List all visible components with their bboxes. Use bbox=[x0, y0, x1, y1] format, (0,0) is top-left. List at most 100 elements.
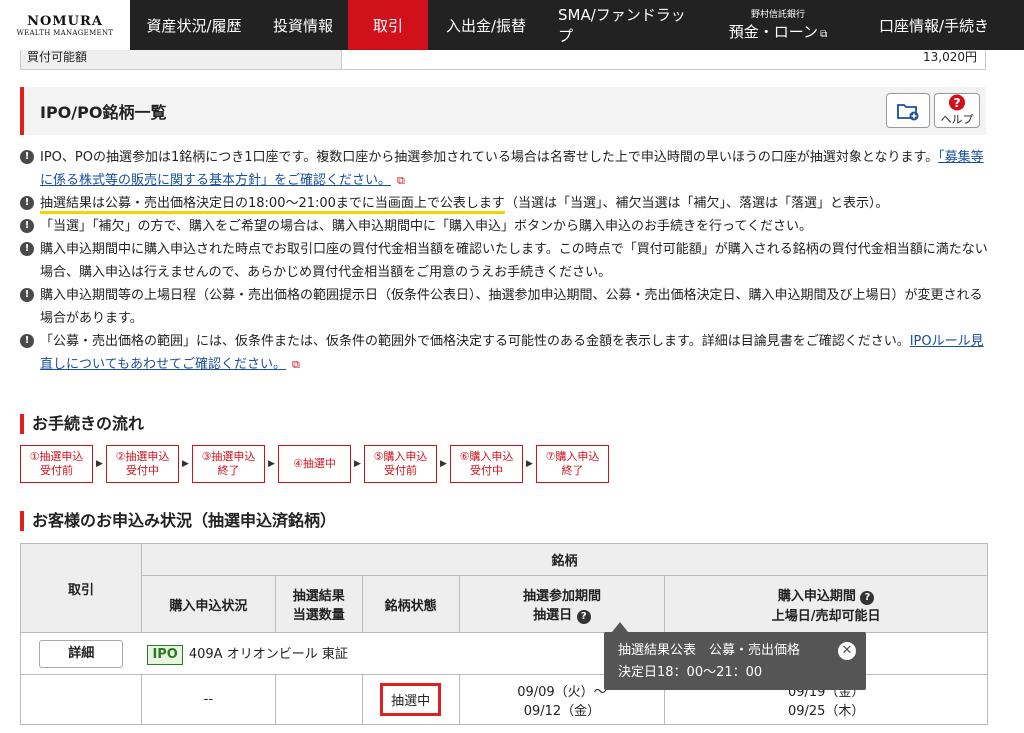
status-section-title: お客様のお申込み状況（抽選申込済銘柄） bbox=[20, 511, 336, 531]
step-label: ③抽選申込 bbox=[201, 450, 256, 463]
nav-item-account[interactable]: 口座情報/手続き bbox=[844, 0, 1024, 50]
help-icon: ? bbox=[948, 94, 966, 111]
nav-item-label: 資産状況/履歴 bbox=[146, 16, 242, 35]
folder-add-icon bbox=[897, 103, 919, 120]
external-link-icon: ⧉ bbox=[397, 174, 405, 187]
step-label: ⑦購入申込 bbox=[545, 450, 600, 463]
issue-name: 409A オリオンビール 東証 bbox=[188, 646, 348, 662]
flow-section-title: お手続きの流れ bbox=[20, 414, 144, 434]
nav-item-investment-info[interactable]: 投資情報 bbox=[258, 0, 348, 50]
header-lottery-period: 抽選参加期間抽選日 ? bbox=[458, 575, 666, 633]
balance-value: 13,020円 bbox=[342, 50, 986, 70]
close-icon[interactable]: ✕ bbox=[838, 642, 856, 660]
header-lottery-period-line1: 抽選参加期間 bbox=[522, 588, 601, 604]
question-icon[interactable]: ? bbox=[576, 609, 591, 624]
header-lottery-period-line2: 抽選日 bbox=[533, 607, 573, 623]
note-text: IPO、POの抽選参加は1銘柄につき1口座です。複数口座から抽選参加されている場… bbox=[40, 150, 939, 165]
balance-label: 買付可能額 bbox=[20, 50, 342, 70]
header-lottery-result-line1: 抽選結果 bbox=[292, 589, 345, 604]
help-label: ヘルプ bbox=[940, 113, 974, 126]
top-nav: NOMURA WEALTH MANAGEMENT 資産状況/履歴 投資情報 取引… bbox=[0, 0, 1024, 50]
nav-item-deposit-transfer[interactable]: 入出金/振替 bbox=[428, 0, 544, 50]
balance-row: 買付可能額 13,020円 bbox=[20, 50, 986, 70]
flow-steps: ①抽選申込 受付前 ▶ ②抽選申込 受付中 ▶ ③抽選申込 終了 ▶ ④抽選中 ▶ ⑤… bbox=[20, 445, 609, 483]
nav-item-deposit-loan[interactable]: 野村信託銀行 預金・ローン ⧉ bbox=[712, 0, 844, 50]
header-lottery-result-line2: 当選数量 bbox=[292, 608, 345, 623]
nav-item-assets[interactable]: 資産状況/履歴 bbox=[130, 0, 258, 50]
listing-date-value: 09/25（木） bbox=[787, 703, 865, 719]
header-purchase-period: 購入申込期間 ? 上場日/売却可能日 bbox=[664, 575, 988, 633]
logo-line2: WEALTH MANAGEMENT bbox=[16, 28, 114, 37]
header-purchase-period-line2: 上場日/売却可能日 bbox=[771, 608, 881, 624]
step-sublabel: 受付前 bbox=[40, 464, 73, 477]
header-purchase-period-line1: 購入申込期間 bbox=[777, 588, 856, 604]
nav-item-sub: 野村信託銀行 bbox=[750, 9, 805, 20]
empty-cell bbox=[20, 674, 142, 725]
header-lottery-result: 抽選結果 当選数量 bbox=[274, 575, 363, 633]
flow-step: ⑤購入申込 受付前 bbox=[364, 445, 437, 483]
lottery-result-highlight: 抽選結果は公募・売出価格決定日の18:00〜21:00までに当画面上で公表します bbox=[40, 196, 505, 214]
page-title: IPO/PO銘柄一覧 bbox=[40, 103, 167, 122]
note-text: 購入申込期間中に購入申込された時点でお取引口座の買付代金相当額を確認いたします。… bbox=[40, 242, 988, 280]
external-link-icon: ⧉ bbox=[291, 358, 300, 371]
note-item: ! 抽選結果は公募・売出価格決定日の18:00〜21:00までに当画面上で公表し… bbox=[20, 192, 990, 215]
step-sublabel: 受付中 bbox=[126, 464, 159, 477]
nav-item-label: 投資情報 bbox=[272, 16, 333, 35]
note-item: ! 「公募・売出価格の範囲」には、仮条件または、仮条件の範囲外で価格決定する可能… bbox=[20, 330, 990, 376]
logo-line1: NOMURA bbox=[27, 13, 103, 29]
tooltip-line2: 決定日18：00〜21：00 bbox=[618, 665, 763, 680]
info-icon: ! bbox=[20, 288, 34, 302]
flow-step: ⑦購入申込 終了 bbox=[536, 445, 609, 483]
header-trade: 取引 bbox=[20, 543, 142, 633]
add-folder-button[interactable] bbox=[886, 93, 930, 128]
svg-text:?: ? bbox=[953, 96, 960, 110]
note-item: ! 購入申込期間等の上場日程（公募・売出価格の範囲提示日（仮条件公表日）、抽選参… bbox=[20, 284, 990, 330]
nav-item-sma[interactable]: SMA/ファンドラップ bbox=[544, 0, 712, 50]
flow-step: ③抽選申込 終了 bbox=[192, 445, 265, 483]
step-label: ⑤購入申込 bbox=[373, 450, 428, 463]
flow-step: ①抽選申込 受付前 bbox=[20, 445, 93, 483]
arrow-right-icon: ▶ bbox=[96, 459, 103, 469]
arrow-right-icon: ▶ bbox=[440, 459, 447, 469]
purchase-status-cell: -- bbox=[140, 674, 276, 725]
step-sublabel: 受付中 bbox=[470, 464, 503, 477]
flow-step: ④抽選中 bbox=[278, 445, 351, 483]
logo[interactable]: NOMURA WEALTH MANAGEMENT bbox=[0, 0, 130, 50]
nav-item-label: SMA/ファンドラップ bbox=[558, 6, 686, 45]
nav-item-label: 取引 bbox=[372, 16, 403, 35]
lottery-period-value: 09/09（火）〜 bbox=[517, 684, 607, 700]
detail-button[interactable]: 詳細 bbox=[39, 639, 124, 668]
step-sublabel: 終了 bbox=[561, 464, 584, 477]
page-title-bar: IPO/PO銘柄一覧 ? ヘルプ bbox=[20, 87, 986, 135]
help-button[interactable]: ? ヘルプ bbox=[934, 93, 980, 128]
step-label: ④抽選中 bbox=[293, 457, 336, 470]
nav-item-label: 預金・ローン bbox=[728, 22, 819, 41]
note-text: 購入申込期間等の上場日程（公募・売出価格の範囲提示日（仮条件公表日）、抽選参加申… bbox=[40, 288, 983, 326]
issue-status-cell: 抽選中 bbox=[361, 674, 460, 725]
header-issue-status: 銘柄状態 bbox=[361, 575, 460, 633]
question-icon[interactable]: ? bbox=[860, 590, 875, 605]
lottery-date-tooltip: 抽選結果公表 公募・売出価格 決定日18：00〜21：00 ✕ bbox=[604, 622, 866, 690]
external-link-icon: ⧉ bbox=[820, 28, 828, 40]
issue-status-badge: 抽選中 bbox=[380, 683, 442, 716]
note-text: 「公募・売出価格の範囲」には、仮条件または、仮条件の範囲外で価格決定する可能性の… bbox=[40, 334, 910, 349]
ipo-badge: IPO bbox=[147, 644, 183, 665]
step-sublabel: 受付前 bbox=[384, 464, 417, 477]
step-label: ②抽選申込 bbox=[115, 450, 170, 463]
flow-step: ②抽選申込 受付中 bbox=[106, 445, 179, 483]
info-icon: ! bbox=[20, 334, 34, 348]
info-icon: ! bbox=[20, 219, 34, 233]
lottery-result-cell bbox=[274, 674, 363, 725]
step-label: ①抽選申込 bbox=[29, 450, 84, 463]
note-text: （当選は「当選」、補欠当選は「補欠」、落選は「落選」と表示）。 bbox=[504, 196, 889, 211]
note-item: ! 「当選」「補欠」の方で、購入をご希望の場合は、購入申込期間中に「購入申込」ボ… bbox=[20, 215, 990, 238]
arrow-right-icon: ▶ bbox=[182, 459, 189, 469]
note-item: ! IPO、POの抽選参加は1銘柄につき1口座です。複数口座から抽選参加されてい… bbox=[20, 146, 990, 192]
nav-item-trade[interactable]: 取引 bbox=[348, 0, 428, 50]
lottery-date-value: 09/12（金） bbox=[523, 703, 601, 719]
tooltip-line1: 抽選結果公表 公募・売出価格 bbox=[618, 643, 801, 658]
notes-list: ! IPO、POの抽選参加は1銘柄につき1口座です。複数口座から抽選参加されてい… bbox=[20, 146, 990, 376]
header-purchase-status: 購入申込状況 bbox=[140, 575, 276, 633]
step-label: ⑥購入申込 bbox=[459, 450, 514, 463]
info-icon: ! bbox=[20, 196, 34, 210]
